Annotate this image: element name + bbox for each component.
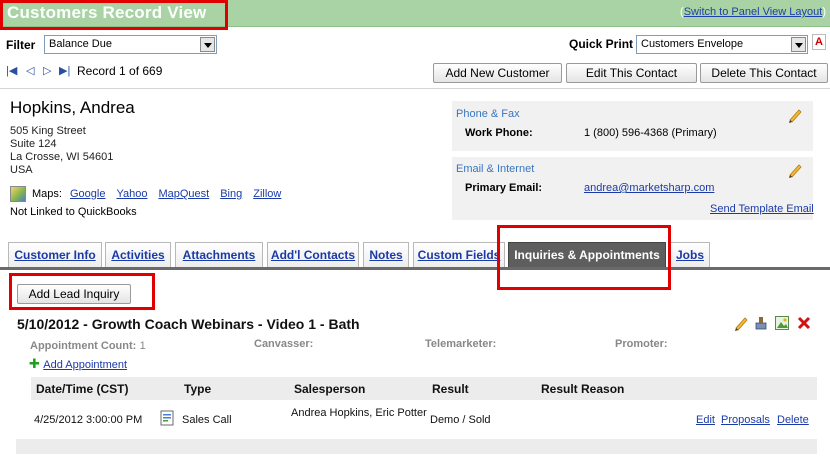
tab-addl-contacts[interactable]: Add'l Contacts (267, 242, 359, 268)
tab-underline (0, 267, 830, 270)
address-line: La Crosse, WI 54601 (10, 151, 114, 163)
delete-contact-button[interactable]: Delete This Contact (700, 63, 828, 83)
tab-customer-info[interactable]: Customer Info (8, 242, 102, 268)
primary-email-label: Primary Email: (465, 182, 543, 194)
add-appointment[interactable]: ✚ Add Appointment (29, 356, 127, 372)
map-icon (10, 186, 26, 202)
email-title: Email & Internet (456, 163, 535, 175)
chevron-down-icon (200, 37, 215, 52)
telemarketer-label: Telemarketer: (425, 338, 497, 350)
row-delete-link[interactable]: Delete (777, 414, 809, 426)
column-header: Type (184, 382, 212, 396)
customer-name: Hopkins, Andrea (10, 98, 135, 117)
map-link-zillow[interactable]: Zillow (253, 188, 281, 200)
map-link-yahoo[interactable]: Yahoo (116, 188, 147, 200)
add-lead-inquiry-button[interactable]: Add Lead Inquiry (17, 284, 131, 304)
column-header: Salesperson (294, 382, 366, 396)
tab-attachments[interactable]: Attachments (175, 242, 263, 268)
page-title: Customers Record View (7, 3, 207, 22)
quick-print-value: Customers Envelope (641, 38, 744, 50)
row-result: Demo / Sold (430, 414, 491, 426)
add-customer-button[interactable]: Add New Customer (433, 63, 562, 83)
address-line: Suite 124 (10, 138, 57, 150)
row-type: Sales Call (182, 414, 232, 426)
map-links: Maps: Google Yahoo MapQuest Bing Zillow (32, 188, 292, 200)
edit-email-pencil-icon[interactable] (787, 162, 803, 178)
chevron-down-icon (791, 37, 806, 52)
appointment-count-label: Appointment Count: (30, 340, 137, 352)
row-datetime: 4/25/2012 3:00:00 PM (34, 414, 143, 426)
quick-print-label: Quick Print (569, 37, 634, 51)
table-footer (16, 439, 817, 454)
tab-activities[interactable]: Activities (105, 242, 171, 268)
customer-address: 505 King Street Suite 124 La Crosse, WI … (10, 125, 113, 177)
image-icon[interactable] (774, 315, 790, 331)
appointment-count: Appointment Count: 1 (30, 338, 146, 352)
next-record-icon[interactable]: ▷ (43, 64, 51, 77)
divider (0, 88, 830, 89)
filter-select[interactable]: Balance Due (44, 35, 217, 54)
map-link-mapquest[interactable]: MapQuest (158, 188, 209, 200)
tab-jobs[interactable]: Jobs (670, 242, 710, 268)
tab-label[interactable]: Activities (111, 248, 164, 262)
prev-record-icon[interactable]: ◁ (26, 64, 34, 77)
tab-label[interactable]: Custom Fields (418, 248, 501, 262)
work-phone-label: Work Phone: (465, 127, 533, 139)
send-template-email-link[interactable]: Send Template Email (710, 203, 814, 215)
record-counter: Record 1 of 669 (77, 64, 163, 78)
map-link-bing[interactable]: Bing (220, 188, 242, 200)
tab-label[interactable]: Jobs (676, 248, 704, 262)
edit-inquiry-pencil-icon[interactable] (733, 315, 749, 331)
address-line: USA (10, 164, 33, 176)
inquiry-title: 5/10/2012 - Growth Coach Webinars - Vide… (17, 316, 360, 332)
add-appointment-link[interactable]: Add Appointment (43, 359, 127, 371)
filter-select-value: Balance Due (49, 38, 112, 50)
maps-label: Maps: (32, 188, 62, 200)
tab-label[interactable]: Customer Info (14, 248, 95, 262)
switch-layout-link[interactable]: Switch to Panel View Layout (684, 6, 823, 18)
pdf-icon[interactable]: A (812, 34, 826, 50)
tab-custom-fields[interactable]: Custom Fields (413, 242, 505, 268)
last-record-icon[interactable]: ▶| (59, 64, 70, 77)
sales-call-icon (160, 410, 174, 426)
column-header: Result (432, 382, 469, 396)
edit-contact-button[interactable]: Edit This Contact (566, 63, 697, 83)
table-header (31, 377, 817, 400)
map-link-google[interactable]: Google (70, 188, 105, 200)
quickbooks-status: Not Linked to QuickBooks (10, 206, 137, 218)
phone-fax-title: Phone & Fax (456, 108, 520, 120)
switch-layout: (Switch to Panel View Layout) (680, 6, 826, 18)
tab-label[interactable]: Add'l Contacts (271, 248, 355, 262)
address-line: 505 King Street (10, 125, 86, 137)
row-edit-link[interactable]: Edit (696, 414, 715, 426)
tab-notes[interactable]: Notes (363, 242, 409, 268)
filter-label: Filter (6, 38, 36, 52)
primary-email-value: andrea@marketsharp.com (584, 182, 714, 194)
primary-email-link[interactable]: andrea@marketsharp.com (584, 182, 714, 194)
work-phone-value: 1 (800) 596-4368 (Primary) (584, 127, 717, 139)
canvasser-label: Canvasser: (254, 338, 314, 350)
tab-highlight (497, 225, 671, 290)
plus-icon: ✚ (29, 356, 40, 371)
promoter-label: Promoter: (615, 338, 668, 350)
tab-label[interactable]: Attachments (183, 248, 256, 262)
column-header: Result Reason (541, 382, 625, 396)
quick-print-select[interactable]: Customers Envelope (636, 35, 808, 54)
delete-x-icon[interactable] (796, 315, 812, 331)
tab-label[interactable]: Notes (369, 248, 402, 262)
row-salesperson: Andrea Hopkins, Eric Potter (291, 407, 427, 419)
appointment-count-value: 1 (139, 340, 146, 352)
edit-phone-pencil-icon[interactable] (787, 107, 803, 123)
brush-icon[interactable] (753, 315, 769, 331)
row-proposals-link[interactable]: Proposals (721, 414, 770, 426)
first-record-icon[interactable]: |◀ (6, 64, 17, 77)
column-header: Date/Time (CST) (36, 382, 129, 396)
